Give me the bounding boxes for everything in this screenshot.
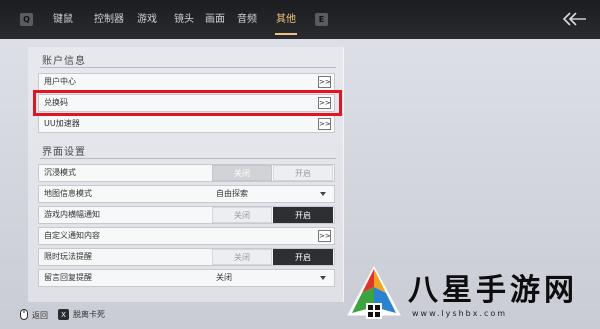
toggle-off-option[interactable]: 关闭 — [212, 165, 272, 181]
row-label: UU加速器 — [44, 119, 80, 128]
row-label: 用户中心 — [44, 77, 76, 86]
row-limited-event-reminder: 限时玩法提醒 关闭 开启 — [38, 248, 335, 266]
row-immersive-mode: 沉浸模式 关闭 开启 — [38, 164, 335, 182]
watermark-logo-icon — [347, 265, 401, 319]
footer-unstuck-label: 脱离卡死 — [73, 310, 105, 319]
row-label: 沉浸模式 — [44, 168, 76, 177]
toggle-on-option[interactable]: 开启 — [273, 249, 333, 265]
row-label: 游戏内横幅通知 — [44, 210, 100, 219]
row-label: 限时玩法提醒 — [44, 252, 92, 261]
row-label: 地图信息模式 — [44, 189, 92, 198]
open-arrow-button[interactable]: >> — [318, 76, 331, 88]
mouse-icon — [20, 309, 28, 322]
section-title-interface: 界面设置 — [42, 147, 86, 158]
tab-controller[interactable]: 控制器 — [86, 0, 132, 39]
footer-back-hint[interactable]: 返回 — [20, 309, 48, 322]
select-value: 自由探索 — [216, 189, 248, 198]
double-chevron-left-icon — [562, 12, 586, 26]
watermark-url: www.lyshbx.com — [412, 309, 508, 318]
q-key-icon: Q — [20, 13, 33, 26]
tab-graphics[interactable]: 画面 — [198, 0, 232, 39]
tab-audio[interactable]: 音频 — [230, 0, 264, 39]
row-banner-notification: 游戏内横幅通知 关闭 开启 — [38, 206, 335, 224]
row-custom-notification[interactable]: 自定义通知内容 >> — [38, 227, 335, 245]
watermark-title: 八星手游网 — [408, 273, 578, 308]
tab-camera[interactable]: 镜头 — [167, 0, 201, 39]
highlight-annotation-box — [33, 90, 342, 116]
caret-down-icon — [320, 276, 326, 280]
row-label: 留言回复提醒 — [44, 273, 92, 282]
row-label: 自定义通知内容 — [44, 231, 100, 240]
map-mode-select[interactable]: 自由探索 — [212, 186, 334, 202]
row-user-center[interactable]: 用户中心 >> — [38, 73, 335, 91]
tab-other[interactable]: 其他 — [269, 0, 303, 39]
toggle-on-option[interactable]: 开启 — [273, 165, 333, 181]
section-title-account: 账户信息 — [42, 56, 86, 67]
row-message-reply-reminder: 留言回复提醒 关闭 — [38, 269, 335, 287]
reply-reminder-select[interactable]: 关闭 — [212, 270, 334, 286]
toggle-off-option[interactable]: 关闭 — [212, 207, 272, 223]
tab-keyboard-mouse[interactable]: 键鼠 — [46, 0, 80, 39]
footer-unstuck-hint[interactable]: X 脱离卡死 — [58, 309, 105, 320]
open-arrow-button[interactable]: >> — [318, 230, 331, 242]
open-arrow-button[interactable]: >> — [318, 118, 331, 130]
x-key-icon: X — [58, 309, 69, 320]
toggle-on-option[interactable]: 开启 — [273, 207, 333, 223]
e-key-icon: E — [315, 13, 328, 26]
site-watermark: 八星手游网 www.lyshbx.com — [340, 263, 596, 327]
footer-back-label: 返回 — [32, 311, 48, 320]
section-divider — [40, 158, 336, 159]
section-divider — [40, 67, 336, 68]
top-navigation-bar: Q 键鼠 控制器 游戏 镜头 画面 音频 其他 E — [0, 0, 600, 39]
select-value: 关闭 — [216, 273, 232, 282]
back-button[interactable] — [560, 8, 588, 30]
row-map-info-mode: 地图信息模式 自由探索 — [38, 185, 335, 203]
toggle-off-option[interactable]: 关闭 — [212, 249, 272, 265]
caret-down-icon — [320, 192, 326, 196]
tab-game[interactable]: 游戏 — [130, 0, 164, 39]
row-uu-accelerator[interactable]: UU加速器 >> — [38, 115, 335, 133]
